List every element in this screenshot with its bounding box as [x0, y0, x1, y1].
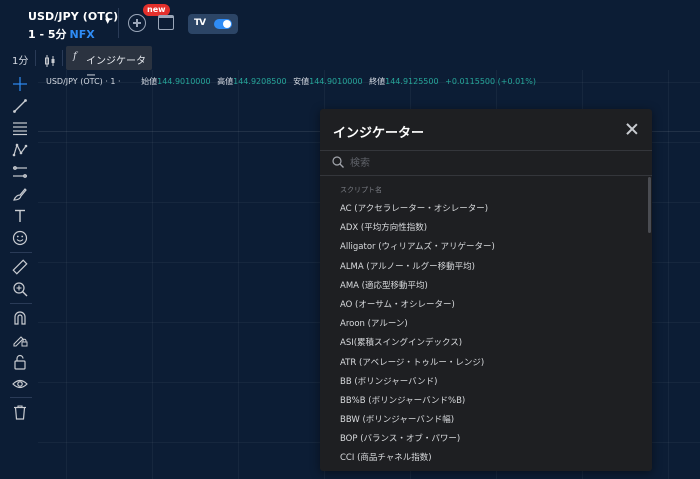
trend-line-icon[interactable] [12, 98, 28, 114]
emoji-icon[interactable] [12, 230, 28, 246]
symbol-sub: 1 - 5分 NFX [28, 26, 118, 42]
high-label: 高値 [217, 77, 234, 86]
change-value: +0.0115500 (+0.01%) [445, 77, 536, 86]
indicator-item[interactable]: BBW (ボリンジャーバンド幅) [320, 411, 648, 430]
indicators-button[interactable]: f インジケーター [66, 46, 152, 82]
search-input[interactable] [350, 153, 640, 173]
channel-icon[interactable] [12, 164, 28, 180]
close-value: 144.9125500 [385, 77, 439, 86]
close-icon[interactable] [626, 123, 638, 135]
divider [10, 252, 32, 253]
toggle-switch[interactable] [214, 19, 232, 29]
indicator-item[interactable]: BB (ボリンジャーバンド) [320, 373, 648, 392]
open-label: 始値 [141, 77, 158, 86]
search-row [320, 151, 652, 175]
dialog-title: インジケーター [333, 126, 425, 141]
tradingview-logo-icon: TV [194, 18, 206, 28]
low-label: 安値 [293, 77, 310, 86]
divider [10, 397, 32, 398]
indicator-item[interactable]: AO (オーサム・オシレーター) [320, 296, 648, 315]
eye-icon[interactable] [12, 376, 28, 392]
indicator-item[interactable]: AMA (適応型移動平均) [320, 277, 648, 296]
timeframe-button[interactable]: 1分 [12, 52, 28, 67]
open-value: 144.9010000 [157, 77, 211, 86]
brush-icon[interactable] [12, 186, 28, 202]
divider [10, 303, 32, 304]
header: USD/JPY (OTC) 1 - 5分 NFX ▼ new TV [0, 0, 700, 46]
magnet-icon[interactable] [12, 310, 28, 326]
divider [35, 50, 36, 66]
divider [320, 175, 652, 176]
fib-lines-icon[interactable] [12, 120, 28, 136]
candle-type-icon[interactable] [44, 52, 56, 67]
drawing-toolbar [0, 70, 38, 479]
zoom-in-icon[interactable] [12, 281, 28, 297]
indicator-item[interactable]: ALMA (アルノー・ルグー移動平均) [320, 258, 648, 277]
crosshair-icon[interactable] [12, 76, 28, 92]
search-icon [332, 156, 344, 168]
pattern-icon[interactable] [12, 142, 28, 158]
indicator-item[interactable]: BOP (バランス・オブ・パワー) [320, 430, 648, 449]
tradingview-toggle[interactable]: TV [188, 14, 238, 34]
indicator-item[interactable]: ASI(累積スイングインデックス) [320, 334, 648, 353]
indicator-list: AC (アクセラレーター・オシレーター) ADX (平均方向性指数) Allig… [320, 200, 648, 469]
close-label: 終値 [369, 77, 386, 86]
timeframe-range: 1 - 5分 [28, 28, 67, 41]
ruler-icon[interactable] [12, 259, 28, 275]
add-chart-button[interactable] [128, 14, 146, 32]
indicator-item[interactable]: ATR (アベレージ・トゥルー・レンジ) [320, 354, 648, 373]
indicator-item[interactable]: ADX (平均方向性指数) [320, 219, 648, 238]
lock-icon[interactable] [12, 354, 28, 370]
divider [62, 50, 63, 66]
indicator-item[interactable]: BB%B (ボリンジャーバンド%B) [320, 392, 648, 411]
function-icon: f [73, 51, 77, 62]
indicator-item[interactable]: Alligator (ウィリアムズ・アリゲーター) [320, 238, 648, 257]
section-label: スクリプト名 [340, 186, 382, 194]
caret-down-icon[interactable]: ▼ [105, 17, 110, 25]
indicator-item[interactable]: AC (アクセラレーター・オシレーター) [320, 200, 648, 219]
trash-icon[interactable] [12, 404, 28, 420]
symbol-selector[interactable]: USD/JPY (OTC) 1 - 5分 NFX [28, 10, 118, 42]
legend-title: USD/JPY (OTC) · 1 · [46, 77, 121, 86]
indicator-item[interactable]: CCI (商品チャネル指数) [320, 449, 648, 468]
calendar-icon[interactable] [158, 15, 174, 30]
lock-drawing-icon[interactable] [12, 332, 28, 348]
indicators-dialog: インジケーター スクリプト名 AC (アクセラレーター・オシレーター) ADX … [320, 109, 652, 471]
exchange-label: NFX [69, 28, 95, 41]
ohlc-legend: USD/JPY (OTC) · 1 · 始値144.9010000 高値144.… [46, 76, 540, 87]
low-value: 144.9010000 [309, 77, 363, 86]
divider [118, 8, 119, 38]
high-value: 144.9208500 [233, 77, 287, 86]
text-icon[interactable] [12, 208, 28, 224]
scrollbar[interactable] [648, 177, 651, 233]
indicator-item[interactable]: Aroon (アルーン) [320, 315, 648, 334]
